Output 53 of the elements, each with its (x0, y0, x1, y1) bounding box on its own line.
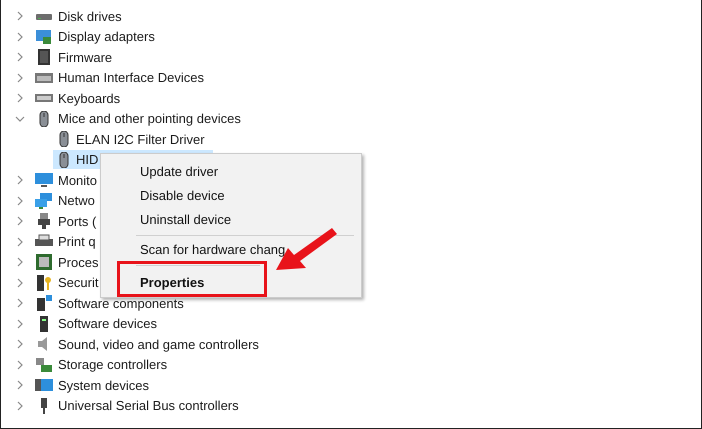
expand-chevron-icon[interactable] (15, 93, 25, 104)
expand-chevron-icon[interactable] (15, 298, 25, 308)
processor-icon (35, 254, 53, 270)
tree-item[interactable]: System devices (58, 378, 150, 393)
expand-chevron-icon[interactable] (15, 318, 25, 329)
software-component-icon (35, 295, 53, 312)
expand-chevron-icon[interactable] (15, 380, 25, 390)
tree-item[interactable]: Monito (58, 172, 98, 188)
tree-item[interactable]: Print q (58, 234, 96, 250)
network-icon (35, 192, 53, 209)
tree-item[interactable]: Firmware (58, 50, 112, 65)
menu-item[interactable]: Disable device (117, 183, 361, 207)
tree-item[interactable]: Software components (58, 296, 184, 311)
port-icon (35, 213, 53, 230)
expand-chevron-icon[interactable] (15, 72, 25, 83)
tree-item-label: ELAN I2C Filter Driver (76, 132, 205, 147)
expand-chevron-icon[interactable] (15, 400, 25, 411)
tree-item[interactable]: Mice and other pointing devices (58, 111, 241, 126)
expand-chevron-icon[interactable] (15, 175, 25, 186)
tree-item[interactable]: Sound, video and game controllers (58, 336, 259, 352)
system-folder-icon (35, 377, 53, 394)
tree-item[interactable]: Securit (58, 275, 98, 290)
tree-item-label: HID (76, 152, 98, 168)
expand-chevron-icon[interactable] (15, 196, 25, 206)
monitor-icon (35, 172, 53, 188)
tree-item[interactable]: Proces (58, 254, 98, 270)
expand-chevron-icon[interactable] (15, 52, 25, 62)
tree-item[interactable]: Disk drives (58, 8, 122, 24)
tree-item[interactable]: Software devices (58, 316, 157, 332)
expand-chevron-icon[interactable] (15, 236, 25, 247)
tree-item[interactable]: Human Interface Devices (58, 70, 204, 86)
security-icon (35, 274, 53, 291)
collapse-chevron-icon[interactable] (15, 114, 25, 124)
tree-item-row[interactable]: ELAN I2C Filter Driver (53, 130, 205, 149)
storage-icon (35, 356, 53, 373)
expand-chevron-icon[interactable] (15, 278, 25, 288)
menu-item[interactable]: Update driver (117, 159, 361, 183)
expand-chevron-icon[interactable] (15, 360, 25, 370)
tree-item[interactable]: Keyboards (58, 90, 120, 106)
menu-item[interactable]: Properties (117, 261, 267, 297)
tree-item[interactable]: Display adapters (58, 29, 155, 44)
expand-chevron-icon[interactable] (15, 32, 25, 42)
expand-chevron-icon[interactable] (15, 216, 25, 226)
tree-item[interactable]: Universal Serial Bus controllers (58, 398, 239, 414)
expand-chevron-icon[interactable] (15, 339, 25, 350)
display-adapter-icon (35, 28, 53, 45)
chip-icon (35, 49, 53, 66)
tree-item[interactable]: Ports ( (58, 214, 96, 229)
menu-item[interactable]: Uninstall device (117, 207, 361, 231)
expand-chevron-icon[interactable] (15, 11, 25, 22)
tree-item[interactable]: Netwo (58, 193, 95, 208)
expand-chevron-icon[interactable] (15, 257, 25, 268)
tree-item[interactable]: Storage controllers (58, 357, 168, 372)
